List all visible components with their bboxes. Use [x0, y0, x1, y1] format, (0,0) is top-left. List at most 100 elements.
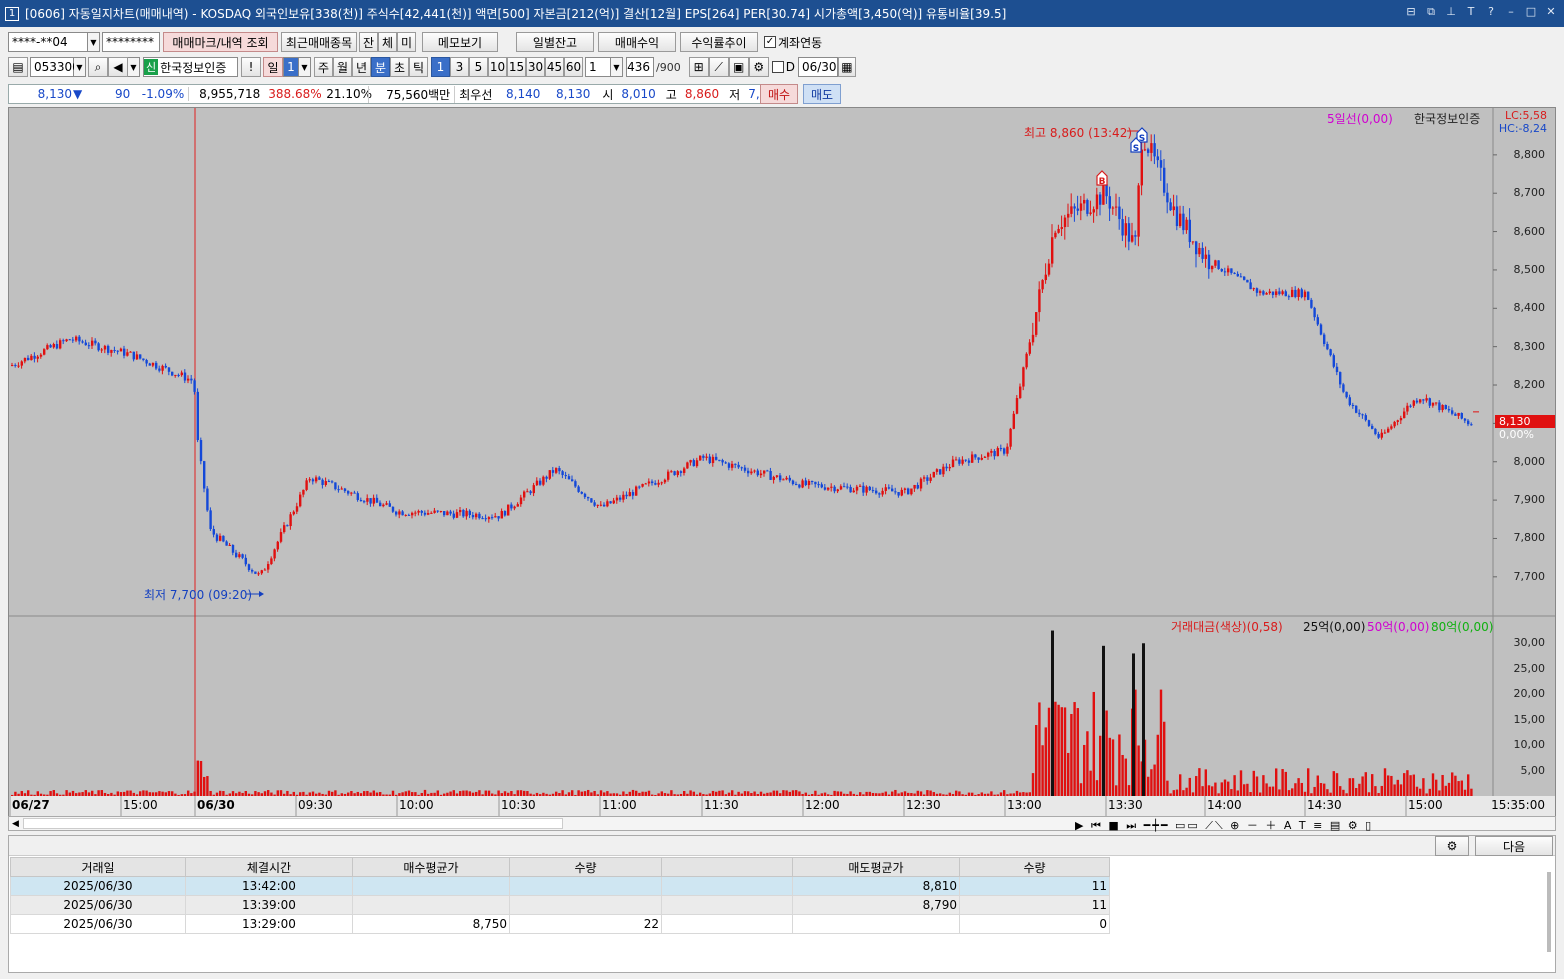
period-week[interactable]: 주 [314, 57, 333, 77]
chevron-down-icon[interactable]: ▼ [128, 57, 140, 77]
volume-bar [1255, 776, 1259, 796]
recent-trades-button[interactable]: 최근매매종목 [281, 32, 357, 52]
minute-30[interactable]: 30 [526, 57, 545, 77]
time-tick-label: 13:30 [1108, 798, 1143, 812]
col-buy-qty[interactable]: 수량 [509, 857, 662, 877]
speaker-icon[interactable]: ◀ [108, 57, 128, 77]
save-icon[interactable]: ▣ [728, 57, 749, 77]
volume-bar [1159, 689, 1163, 796]
minute-3[interactable]: 3 [450, 57, 469, 77]
candle-body [843, 486, 846, 488]
minute-5[interactable]: 5 [469, 57, 488, 77]
sell-button[interactable]: 매도 [803, 84, 841, 104]
chart-scrollbar[interactable]: ◀ ▶ ⏮ ■ ⏭ ━┿━ ▭▭ ⟋⟍ ⊕ － ＋ A T ≡ ▤ ⚙ ▯ [8, 816, 1556, 833]
volume-bar [1006, 794, 1009, 796]
volume-legend[interactable]: 거래대금(색상)(0,58) [1171, 618, 1283, 635]
chevron-down-icon[interactable]: ▼ [299, 57, 311, 77]
return-trend-button[interactable]: 수익률추이 [680, 32, 758, 52]
account-field[interactable]: ****-**04 [8, 32, 88, 52]
account-link-checkbox[interactable]: ✓ 계좌연동 [764, 34, 822, 51]
period-second[interactable]: 초 [390, 57, 409, 77]
col-sell-avg[interactable]: 매도평균가 [792, 857, 960, 877]
font-icon[interactable]: T [1464, 5, 1478, 19]
chevron-down-icon[interactable]: ▼ [611, 57, 623, 77]
table-row[interactable]: 2025/06/30 13:29:00 8,750 22 0 [10, 914, 1110, 934]
date-input[interactable]: 06/30 [797, 57, 838, 77]
chart-tool-icons[interactable]: ▶ ⏮ ■ ⏭ ━┿━ ▭▭ ⟋⟍ ⊕ － ＋ A T ≡ ▤ ⚙ ▯ [1075, 817, 1373, 833]
minute-60[interactable]: 60 [564, 57, 583, 77]
maximize-icon[interactable]: □ [1524, 5, 1538, 19]
col-sell-qty[interactable]: 수량 [959, 857, 1110, 877]
candle-body [244, 557, 247, 565]
minute-1[interactable]: 1 [431, 57, 450, 77]
alert-button[interactable]: ! [241, 57, 261, 77]
volume-bar [705, 794, 708, 796]
stock-legend[interactable]: 한국정보인증 [1414, 110, 1480, 127]
volume-bar [497, 790, 500, 796]
col-buy-avg[interactable]: 매수평균가 [352, 857, 510, 877]
minute-10[interactable]: 10 [488, 57, 507, 77]
table-row[interactable]: 2025/06/30 13:42:00 8,810 11 [10, 876, 1110, 896]
memo-view-button[interactable]: 메모보기 [422, 32, 498, 52]
indicator-icon[interactable]: ⊞ [688, 57, 709, 77]
chevron-down-icon[interactable]: ▼ [88, 32, 100, 52]
next-button[interactable]: 다음 [1475, 836, 1553, 856]
gear-icon[interactable]: ⚙ [748, 57, 769, 77]
period-tick[interactable]: 틱 [409, 57, 428, 77]
cell-sell-qty: 0 [959, 914, 1110, 934]
candle-body [1108, 196, 1111, 209]
filled-button[interactable]: 체 [378, 32, 397, 52]
layout-icon[interactable]: ⊟ [1404, 5, 1418, 19]
volume-bar [369, 792, 372, 796]
volume-bar [702, 794, 705, 796]
chevron-down-icon[interactable]: ▼ [74, 57, 86, 77]
balance-button[interactable]: 잔 [359, 32, 378, 52]
period-day[interactable]: 일 [263, 57, 283, 77]
volume-25-legend[interactable]: 25억(0,00) [1303, 618, 1365, 635]
col-trade-date[interactable]: 거래일 [10, 857, 186, 877]
minute-45[interactable]: 45 [545, 57, 564, 77]
volume-80-legend[interactable]: 80억(0,00) [1431, 618, 1493, 635]
chart-canvas[interactable]: BSS [9, 108, 1555, 816]
stock-name-box[interactable]: 신 한국정보인증 [143, 57, 238, 77]
checkbox-check-icon[interactable]: ✓ [764, 36, 776, 48]
date-checkbox[interactable] [771, 61, 784, 73]
candle-body [180, 372, 183, 376]
table-row[interactable]: 2025/06/30 13:39:00 8,790 11 [10, 895, 1110, 915]
bar-count-input[interactable]: 436 [626, 57, 654, 77]
interval-input[interactable]: 1 [585, 57, 611, 77]
daily-balance-button[interactable]: 일별잔고 [516, 32, 594, 52]
period-minute[interactable]: 분 [371, 57, 390, 77]
pin-icon[interactable]: ⊥ [1444, 5, 1458, 19]
day-count[interactable]: 1 [283, 57, 299, 77]
close-icon[interactable]: ✕ [1544, 5, 1558, 19]
unfilled-button[interactable]: 미 [397, 32, 416, 52]
candle-body [507, 504, 510, 516]
volume-bar [1118, 734, 1121, 796]
volume-50-legend[interactable]: 50억(0,00) [1367, 618, 1429, 635]
restore-layout-icon[interactable]: ⧉ [1424, 5, 1438, 19]
search-icon[interactable]: ⌕ [88, 57, 108, 77]
password-field[interactable]: ******** [102, 32, 160, 52]
help-icon[interactable]: ? [1484, 5, 1498, 19]
minimize-icon[interactable]: – [1504, 5, 1518, 19]
volume-bar [628, 791, 631, 796]
stock-code-input[interactable]: 053300 [30, 57, 80, 77]
drawing-tool-icon[interactable]: ⟋ [708, 57, 729, 77]
ma5-legend[interactable]: 5일선(0,00) [1327, 110, 1393, 127]
table-settings-icon[interactable]: ⚙ [1435, 836, 1469, 856]
buy-button[interactable]: 매수 [760, 84, 798, 104]
candle-body [478, 513, 481, 519]
period-year[interactable]: 년 [352, 57, 371, 77]
scroll-left-icon[interactable]: ◀ [12, 819, 19, 829]
minute-15[interactable]: 15 [507, 57, 526, 77]
period-month[interactable]: 월 [333, 57, 352, 77]
price-chart[interactable]: BSS 8,800 8,700 8,600 8,500 8,400 8,300 8,200 8… [8, 107, 1556, 817]
scroll-thumb[interactable] [23, 818, 563, 829]
col-exec-time[interactable]: 체결시간 [185, 857, 353, 877]
layout-toggle-icon[interactable]: ▤ [8, 57, 28, 77]
calendar-icon[interactable]: ▦ [837, 57, 856, 77]
trade-profit-button[interactable]: 매매수익 [598, 32, 676, 52]
trade-mark-query-button[interactable]: 매매마크/내역 조회 [163, 32, 278, 52]
table-scrollbar[interactable] [1547, 872, 1551, 952]
